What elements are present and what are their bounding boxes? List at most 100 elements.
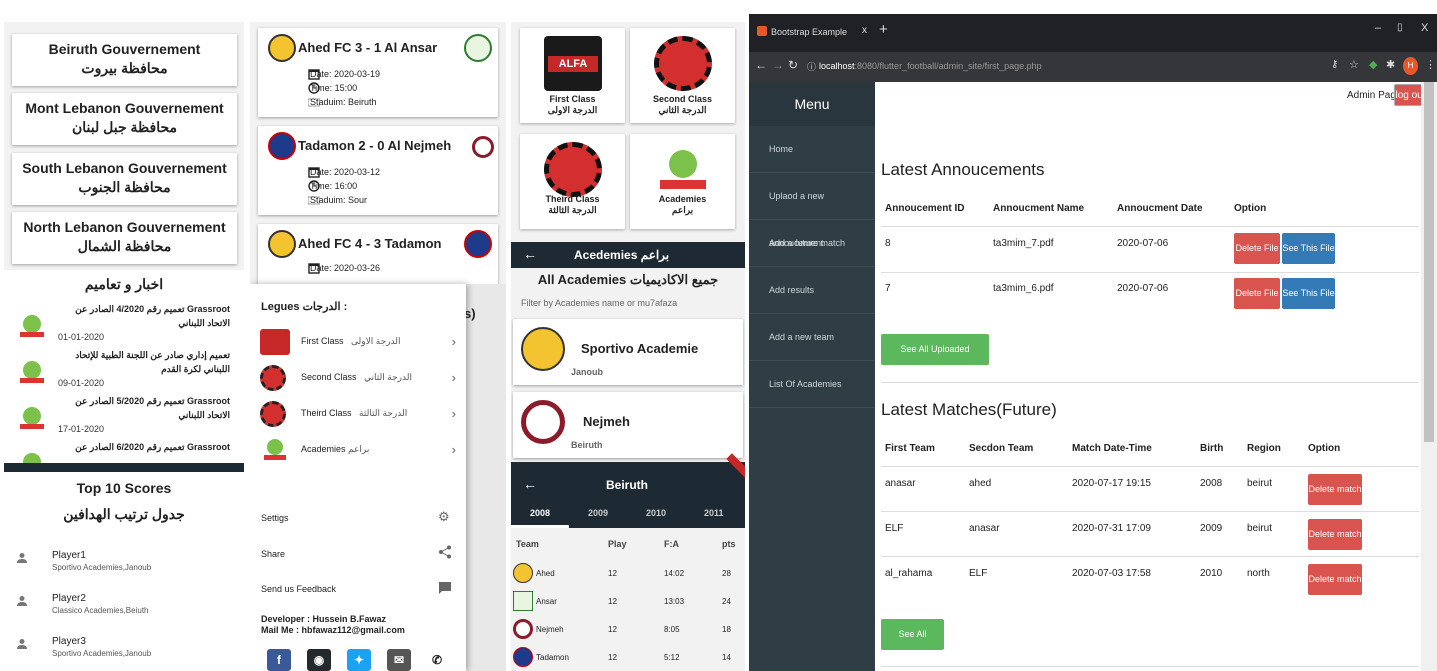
gear-icon[interactable]: ⚙ <box>438 509 450 525</box>
match-first-team: ELF <box>885 523 904 534</box>
governorate-card-south[interactable]: South Lebanon Gouvernement محافظة الجنوب <box>12 153 237 205</box>
github-icon[interactable]: ◉ <box>307 649 331 671</box>
facebook-icon[interactable]: f <box>267 649 291 671</box>
news-item[interactable]: تعميم رقم 4/2020 الصادر عن Grassroot الا… <box>4 302 244 348</box>
class-card-first[interactable]: ALFA First Class الدرجة الاولى <box>520 28 625 123</box>
share-icon[interactable] <box>438 545 452 559</box>
new-tab-icon[interactable]: + <box>879 21 888 38</box>
sidebar-item-add-future-match[interactable]: Add a future match <box>749 220 875 267</box>
sidebar-item-list-academies[interactable]: List Of Academies <box>749 361 875 408</box>
table-row[interactable]: Tadamon 12 5:12 14 <box>511 644 745 671</box>
tab-2011[interactable]: 2011 <box>704 508 724 518</box>
admin-main: Admin Page log out Latest Annoucements A… <box>875 82 1427 671</box>
news-item[interactable]: تعميم إداري صادر عن اللجنة الطبية للإتحا… <box>4 348 244 394</box>
info-icon[interactable]: ⓘ <box>807 60 816 73</box>
see-file-button[interactable]: See This File <box>1282 233 1335 264</box>
drawer-item-academies[interactable]: Academies براعم › <box>260 437 456 463</box>
label-ar: الدرجة الثاني <box>658 105 707 115</box>
feedback-item[interactable]: Send us Feedback <box>261 584 336 594</box>
tab-2008[interactable]: 2008 <box>530 508 550 518</box>
delete-match-button[interactable]: Delete match <box>1308 474 1362 505</box>
ann-id: 7 <box>885 283 891 294</box>
academies-filter-input[interactable]: Filter by Academies name or mu7afaza <box>521 298 677 308</box>
sidebar-item-home[interactable]: Home <box>749 126 875 173</box>
share-item[interactable]: Share <box>261 549 285 559</box>
classes-panel: ALFA First Class الدرجة الاولى Second Cla… <box>511 22 745 671</box>
match-datetime: 2020-07-03 17:58 <box>1072 568 1151 579</box>
label-ar: براعم <box>348 444 370 454</box>
academy-card[interactable]: Nejmeh Beiruth <box>513 392 743 458</box>
table-row[interactable]: Nejmeh 12 8:05 18 <box>511 616 745 644</box>
grassroots-logo-icon <box>20 315 44 337</box>
url-host: localhost <box>819 61 855 71</box>
class-card-academies[interactable]: Academies براعم <box>630 134 735 229</box>
admin-sidebar: Menu Home Uplaod a new annoucement Add a… <box>749 82 875 671</box>
col-datetime: Match Date-Time <box>1072 443 1152 454</box>
sidebar-item-add-results[interactable]: Add results <box>749 267 875 314</box>
reload-icon[interactable]: ↻ <box>788 58 798 72</box>
governorate-card-beirut[interactable]: Beiruth Gouvernement محافظة بيروت <box>12 34 237 86</box>
match-date: Date: 2020-03-12 <box>310 167 381 177</box>
twitter-icon[interactable]: ✦ <box>347 649 371 671</box>
window-close-icon[interactable]: X <box>1421 22 1428 34</box>
mail-icon[interactable]: ✉ <box>387 649 411 671</box>
table-row[interactable]: Ahed 12 14:02 28 <box>511 560 745 588</box>
see-all-matches-button[interactable]: See All Matches <box>881 619 944 670</box>
extension-icon[interactable]: ◆ <box>1369 58 1377 71</box>
drawer-item-second-class[interactable]: Second Class الدرجة الثاني › <box>260 365 456 391</box>
delete-match-button[interactable]: Delete match <box>1308 564 1362 595</box>
tab-2009[interactable]: 2009 <box>588 508 608 518</box>
back-arrow-icon[interactable]: ← <box>523 476 537 492</box>
profile-avatar[interactable]: H <box>1403 57 1418 75</box>
alfa-logo-icon <box>260 329 290 355</box>
league-table-header: ← Beiruth 2008 2009 2010 2011 <box>511 453 745 528</box>
chevron-right-icon: › <box>451 334 456 349</box>
minimize-icon[interactable]: – <box>1375 22 1381 34</box>
ann-name: ta3mim_7.pdf <box>993 238 1054 249</box>
see-file-button[interactable]: See This File <box>1282 278 1335 309</box>
browser-tab-title[interactable]: Bootstrap Example <box>771 27 847 37</box>
key-icon[interactable]: ⚷ <box>1331 59 1338 70</box>
sidebar-item-upload-announcement[interactable]: Uplaod a new annoucement <box>749 173 875 248</box>
academy-card[interactable]: Sportivo Academie Janoub <box>513 319 743 385</box>
settings-item[interactable]: Settigs <box>261 513 289 523</box>
governorate-card-north[interactable]: North Lebanon Gouvernement محافظة الشمال <box>12 212 237 264</box>
menu-kebab-icon[interactable]: ⋮ <box>1425 58 1436 71</box>
label-ar: الدرجة الثالثة <box>359 408 408 418</box>
feedback-icon[interactable] <box>438 581 452 595</box>
class-card-second[interactable]: Second Class الدرجة الثاني <box>630 28 735 123</box>
news-item[interactable]: تعميم رقم 5/2020 الصادر عن Grassroot الا… <box>4 394 244 440</box>
delete-file-button[interactable]: Delete File <box>1234 233 1280 264</box>
player-row[interactable]: Player1 Sportivo Academies,Janoub <box>4 548 244 586</box>
drawer-item-third-class[interactable]: Theird Class الدرجة الثالثة › <box>260 401 456 427</box>
match-card[interactable]: Tadamon 2 - 0 Al Nejmeh Date: 2020-03-12… <box>258 126 498 215</box>
delete-match-button[interactable]: Delete match <box>1308 519 1362 550</box>
url-field[interactable]: localhost:8080/flutter_football/admin_si… <box>819 61 1042 71</box>
match-birth: 2010 <box>1200 568 1223 579</box>
sidebar-item-add-team[interactable]: Add a new team <box>749 314 875 361</box>
class-card-third[interactable]: Theird Class الدرجة الثالثة <box>520 134 625 229</box>
gov-ar: محافظة جبل لبنان <box>71 119 177 135</box>
governorate-card-mount-lebanon[interactable]: Mont Lebanon Gouvernement محافظة جبل لبنا… <box>12 93 237 145</box>
label-en: Theird Class <box>545 194 600 204</box>
player-row[interactable]: Player2 Classico Academies,Beiuth <box>4 591 244 629</box>
forward-icon[interactable]: → <box>772 58 784 72</box>
tab-close-icon[interactable]: x <box>862 25 867 36</box>
phone-icon[interactable]: ✆ <box>425 649 449 671</box>
scrollbar[interactable] <box>1421 82 1437 671</box>
maximize-icon[interactable]: ▯ <box>1397 22 1403 33</box>
scrollbar-thumb[interactable] <box>1424 82 1434 442</box>
match-card[interactable]: Ahed FC 3 - 1 Al Ansar Date: 2020-03-19 … <box>258 28 498 117</box>
player-row[interactable]: Player3 Sportivo Academies,Janoub <box>4 634 244 671</box>
puzzle-icon[interactable]: ✱ <box>1386 58 1395 71</box>
back-arrow-icon[interactable]: ← <box>523 246 537 262</box>
col-second-team: Secdon Team <box>969 443 1034 454</box>
tab-2010[interactable]: 2010 <box>646 508 666 518</box>
see-all-announcements-button[interactable]: See All Uploaded Annoucment <box>881 334 989 385</box>
drawer-item-first-class[interactable]: First Class الدرجة الاولى › <box>260 329 456 355</box>
news-item[interactable]: تعميم رقم 6/2020 الصادر عن Grassroot <box>4 440 244 464</box>
delete-file-button[interactable]: Delete File <box>1234 278 1280 309</box>
table-row[interactable]: Ansar 12 13:03 24 <box>511 588 745 616</box>
back-icon[interactable]: ← <box>755 58 767 72</box>
star-icon[interactable]: ☆ <box>1349 58 1359 71</box>
